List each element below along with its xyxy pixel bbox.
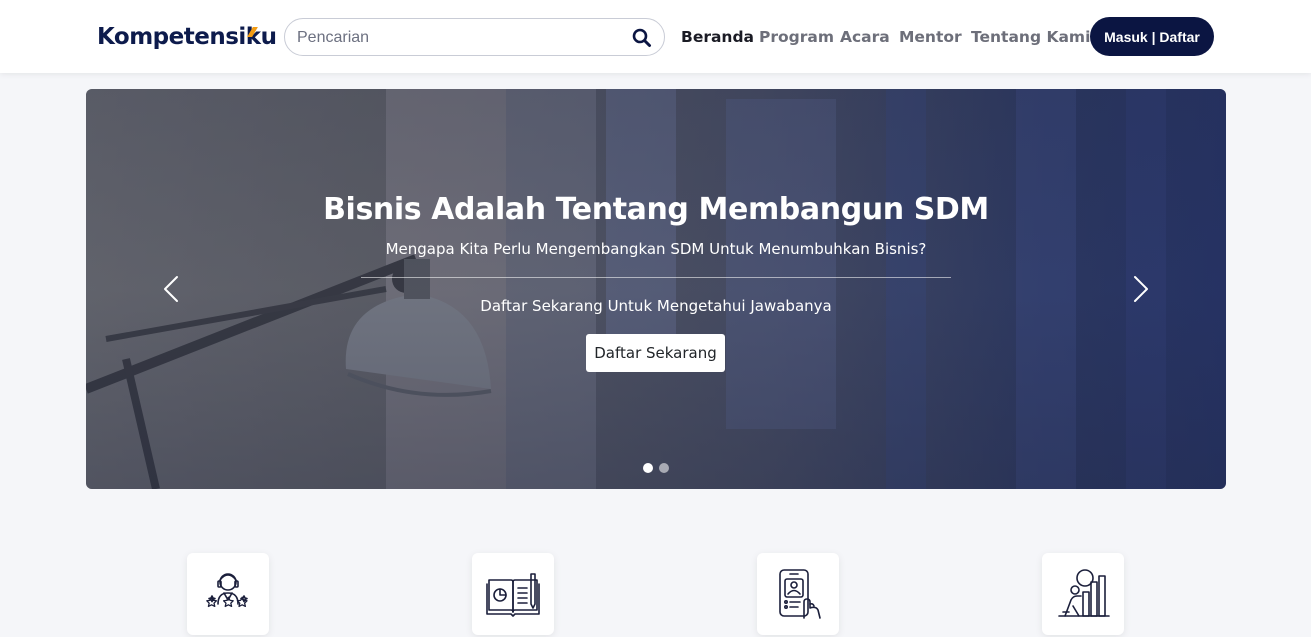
carousel-prev-icon[interactable]: [158, 274, 188, 304]
feature-card-mentor[interactable]: [187, 553, 269, 635]
nav-program[interactable]: Program: [759, 26, 834, 48]
search-box: [284, 18, 665, 56]
hero-divider: [361, 277, 951, 278]
hero-overlay: [86, 89, 1226, 489]
hero-cta-text: Daftar Sekarang Untuk Mengetahui Jawaban…: [480, 297, 832, 315]
mobile-profile-icon: [779, 569, 821, 619]
carousel-dot-2[interactable]: [659, 463, 669, 473]
site-header: Kompetensiku Beranda Program Acara Mento…: [0, 0, 1311, 73]
feature-card-mobile[interactable]: [757, 553, 839, 635]
hero-title: Bisnis Adalah Tentang Membangun SDM: [323, 192, 989, 227]
logo-text-end: ku: [245, 24, 277, 50]
logo-text: Kompetensi: [97, 24, 246, 50]
feature-card-book[interactable]: [472, 553, 554, 635]
mentor-person-icon: [206, 573, 248, 608]
nav-acara[interactable]: Acara: [840, 26, 890, 48]
growth-chart-icon: [1058, 569, 1110, 617]
brand-logo[interactable]: Kompetensi ku: [97, 21, 277, 53]
nav-beranda[interactable]: Beranda: [681, 26, 754, 48]
nav-mentor[interactable]: Mentor: [899, 26, 962, 48]
hero-carousel: Bisnis Adalah Tentang Membangun SDM Meng…: [86, 89, 1226, 489]
carousel-dot-1[interactable]: [643, 463, 653, 473]
hero-subtitle: Mengapa Kita Perlu Mengembangkan SDM Unt…: [385, 240, 927, 258]
feature-card-growth[interactable]: [1042, 553, 1124, 635]
book-report-icon: [486, 573, 540, 617]
login-register-button[interactable]: Masuk | Daftar: [1090, 17, 1214, 56]
nav-tentang-kami[interactable]: Tentang Kami: [971, 26, 1090, 48]
register-now-button[interactable]: Daftar Sekarang: [586, 334, 725, 372]
search-input[interactable]: [297, 27, 627, 49]
carousel-next-icon[interactable]: [1124, 274, 1154, 304]
search-icon[interactable]: [632, 28, 652, 48]
carousel-indicators: [643, 463, 669, 473]
